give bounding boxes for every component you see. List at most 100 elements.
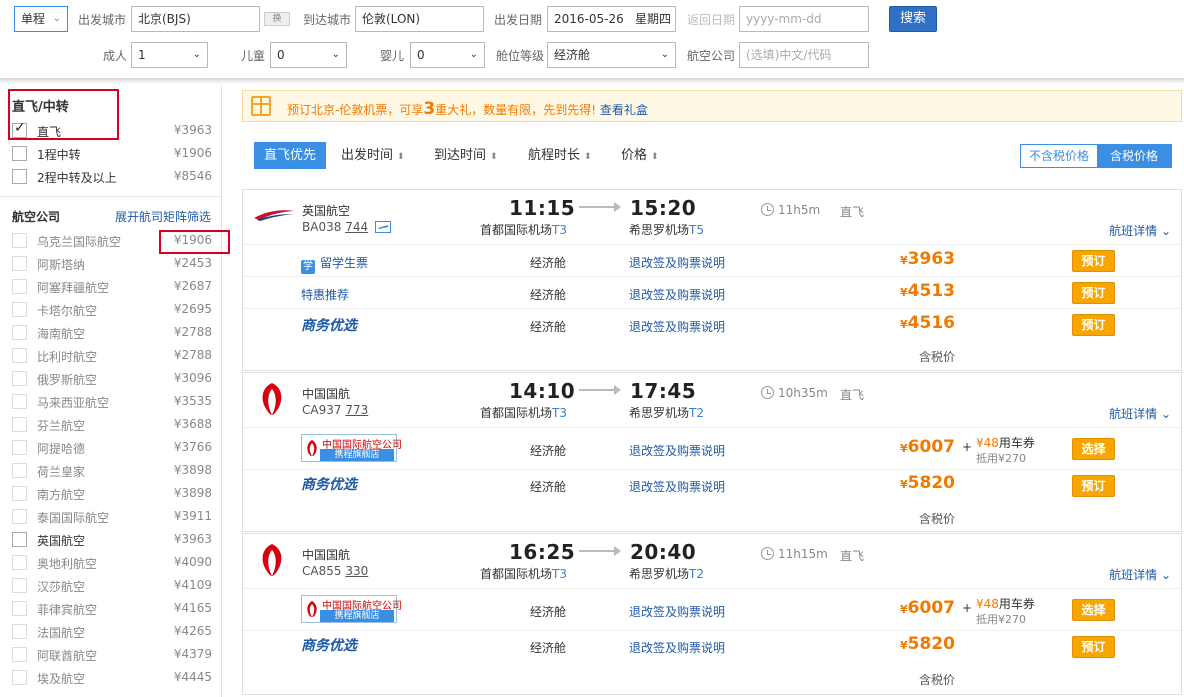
airline-filter-label: 法国航空	[37, 626, 86, 640]
chevron-down-icon: ⌄	[469, 49, 478, 60]
refund-policy-link[interactable]: 退改签及购票说明	[629, 639, 725, 656]
infant-select[interactable]: 0 ⌄	[410, 42, 485, 68]
sort-depart-time[interactable]: 出发时间 ⬍	[341, 142, 405, 169]
stops-option-two-stops[interactable]: 2程中转及以上 ¥8546	[12, 167, 212, 187]
airline-filter-price: ¥3911	[173, 509, 212, 523]
flight-details-link[interactable]: 航班详情 ⌄	[1109, 222, 1171, 239]
book-button[interactable]: 预订	[1072, 282, 1115, 304]
flight-card: 中国国航 CA937 773 14:10 首都国际机场T3 17:45 希思罗机…	[242, 372, 1182, 532]
aircraft-type[interactable]: 773	[345, 403, 368, 417]
trip-type-select[interactable]: 单程 ⌄	[14, 6, 68, 32]
fare-price: ¥5820	[900, 473, 955, 493]
airline-filter-item: 海南航空 ¥2788	[12, 323, 212, 343]
child-label: 儿童	[241, 49, 266, 63]
fare-type-label[interactable]: 学留学生票	[301, 254, 368, 274]
to-city-input[interactable]: 伦敦(LON)	[355, 6, 484, 32]
aircraft-type[interactable]: 744	[345, 220, 368, 234]
sort-price[interactable]: 价格 ⬍	[621, 142, 659, 169]
select-button[interactable]: 选择	[1072, 599, 1115, 621]
airline-filter-label: 南方航空	[37, 488, 86, 502]
checkbox	[12, 578, 27, 593]
airline-filter-item[interactable]: 英国航空 ¥3963	[12, 530, 212, 550]
airline-filter-label: 菲律宾航空	[37, 603, 98, 617]
flight-details-link[interactable]: 航班详情 ⌄	[1109, 405, 1171, 422]
air-china-flagship-badge[interactable]: 中国国际航空公司 携程旗舰店	[301, 434, 402, 462]
flight-card: 英国航空 BA038 744 11:15 首都国际机场T3 15:20 希思罗机…	[242, 189, 1182, 371]
fare-price: ¥3963	[900, 249, 955, 269]
flight-details-link[interactable]: 航班详情 ⌄	[1109, 566, 1171, 583]
airline-filter-item: 菲律宾航空 ¥4165	[12, 599, 212, 619]
air-china-flagship-badge[interactable]: 中国国际航空公司 携程旗舰店	[301, 595, 402, 623]
book-button[interactable]: 预订	[1072, 314, 1115, 336]
book-button[interactable]: 预订	[1072, 250, 1115, 272]
checkbox	[12, 279, 27, 294]
airline-filter-label: 奥地利航空	[37, 557, 98, 571]
fare-row: 特惠推荐 经济舱 退改签及购票说明 ¥4513 预订	[243, 276, 1181, 308]
arrow-right-icon	[579, 202, 621, 212]
sort-arrows-icon: ⬍	[584, 152, 592, 162]
airline-input[interactable]: (选填)中文/代码	[739, 42, 869, 68]
airline-filter-price: ¥4379	[173, 647, 212, 661]
swap-button[interactable]: 换	[264, 12, 290, 26]
cabin-select[interactable]: 经济舱 ⌄	[547, 42, 676, 68]
air-china-logo	[262, 544, 282, 576]
stops-option-one-stop[interactable]: 1程中转 ¥1906	[12, 144, 212, 164]
airline-filter-item: 阿斯塔纳 ¥2453	[12, 254, 212, 274]
arrival-airport: 希思罗机场T2	[629, 567, 704, 581]
book-button[interactable]: 预订	[1072, 475, 1115, 497]
airline-filter-price: ¥4445	[173, 670, 212, 684]
checkbox	[12, 463, 27, 478]
checkbox	[12, 394, 27, 409]
flight-duration: 11h5m	[778, 203, 821, 217]
adult-label: 成人	[103, 49, 128, 63]
select-button[interactable]: 选择	[1072, 438, 1115, 460]
departure-time: 16:25	[509, 540, 576, 564]
adult-select[interactable]: 1 ⌄	[131, 42, 208, 68]
airline-matrix-link[interactable]: 展开航司矩阵筛选	[115, 208, 211, 225]
sort-direct-first[interactable]: 直飞优先	[254, 142, 327, 169]
book-button[interactable]: 预订	[1072, 636, 1115, 658]
airline-filter-item: 比利时航空 ¥2788	[12, 346, 212, 366]
flight-duration: 11h15m	[778, 547, 828, 561]
header-divider	[0, 78, 1184, 84]
business-select-label[interactable]: 商务优选	[301, 635, 357, 655]
cabin-label: 舱位等级	[496, 49, 545, 63]
search-button[interactable]: 搜索	[889, 6, 937, 32]
refund-policy-link[interactable]: 退改签及购票说明	[629, 254, 725, 271]
refund-policy-link[interactable]: 退改签及购票说明	[629, 286, 725, 303]
depart-date-label: 出发日期	[494, 13, 543, 27]
airline-filter-label: 比利时航空	[37, 350, 98, 364]
airline-filter-price: ¥4109	[173, 578, 212, 592]
checkbox[interactable]	[12, 146, 27, 161]
promo-text: 预订北京-伦敦机票，可享3重大礼，数量有限，先到先得! 查看礼盒	[287, 99, 648, 119]
business-select-label[interactable]: 商务优选	[301, 315, 357, 335]
airline-filter-price: ¥3096	[173, 371, 212, 385]
child-select[interactable]: 0 ⌄	[270, 42, 347, 68]
business-select-label[interactable]: 商务优选	[301, 474, 357, 494]
coupon-offset: 抵用¥270	[976, 613, 1026, 626]
excl-tax-option[interactable]: 不含税价格	[1021, 145, 1097, 167]
refund-policy-link[interactable]: 退改签及购票说明	[629, 318, 725, 335]
airline-filter-label: 阿联酋航空	[37, 649, 98, 663]
checkbox[interactable]	[12, 169, 27, 184]
tax-price-toggle[interactable]: 不含税价格 含税价格	[1020, 144, 1172, 168]
refund-policy-link[interactable]: 退改签及购票说明	[629, 442, 725, 459]
sort-arrows-icon: ⬍	[651, 152, 659, 162]
from-city-input[interactable]: 北京(BJS)	[131, 6, 260, 32]
sort-arrive-time[interactable]: 到达时间 ⬍	[434, 142, 498, 169]
return-date-input[interactable]: yyyy-mm-dd	[739, 6, 869, 32]
aircraft-type[interactable]: 330	[345, 564, 368, 578]
checkbox	[12, 233, 27, 248]
gift-box-link[interactable]: 查看礼盒	[600, 103, 648, 117]
refund-policy-link[interactable]: 退改签及购票说明	[629, 478, 725, 495]
sort-duration[interactable]: 航程时长 ⬍	[528, 142, 592, 169]
incl-tax-option[interactable]: 含税价格	[1097, 145, 1171, 167]
fare-type-label[interactable]: 特惠推荐	[301, 286, 349, 303]
arrival-airport: 希思罗机场T2	[629, 406, 704, 420]
depart-date-input[interactable]: 2016-05-26 星期四	[547, 6, 676, 32]
refund-policy-link[interactable]: 退改签及购票说明	[629, 603, 725, 620]
airline-filter-label: 埃及航空	[37, 672, 86, 686]
checkbox[interactable]	[12, 532, 27, 547]
fare-cabin: 经济舱	[530, 605, 567, 619]
arrival-time: 20:40	[630, 540, 697, 564]
